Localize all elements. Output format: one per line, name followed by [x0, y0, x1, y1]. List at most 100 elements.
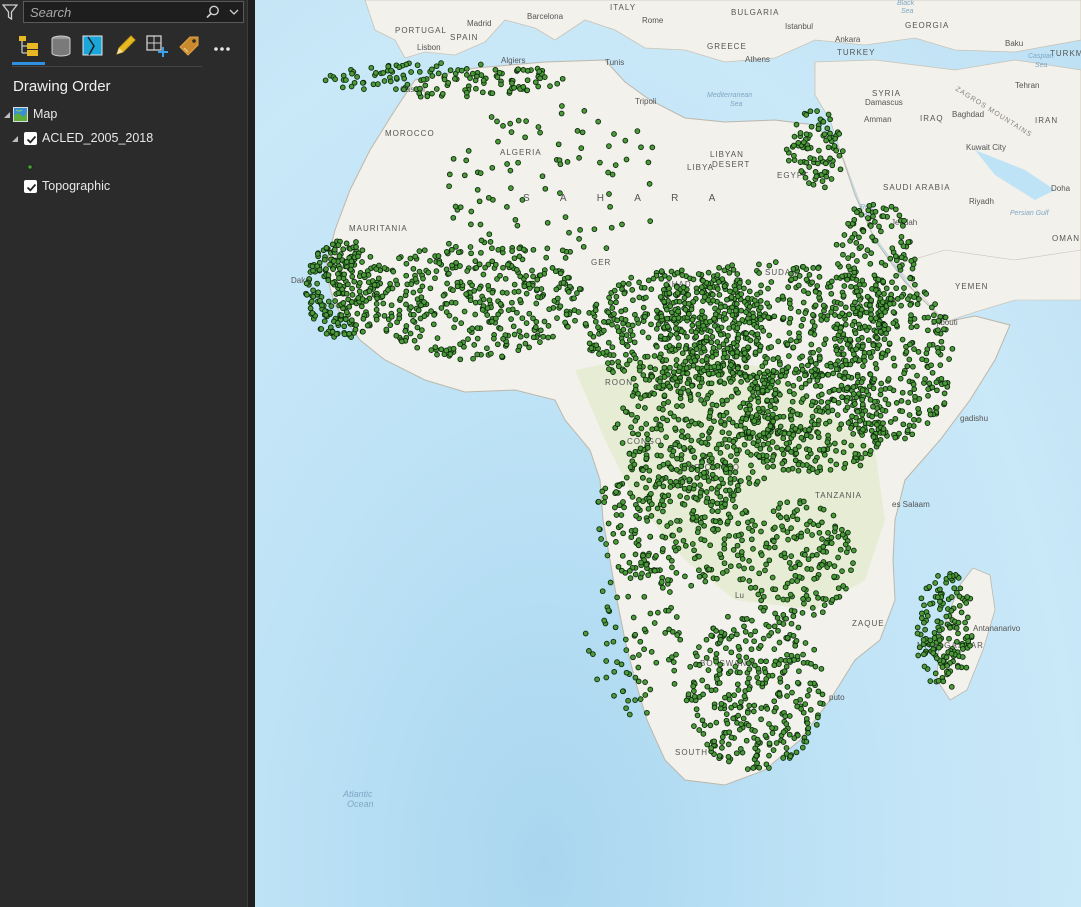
- conflict-event-point: [791, 152, 797, 159]
- conflict-event-point: [790, 632, 797, 639]
- conflict-event-point: [728, 379, 734, 385]
- conflict-event-point: [338, 312, 345, 319]
- conflict-event-point: [751, 418, 758, 424]
- conflict-event-point: [820, 302, 827, 309]
- conflict-event-point: [635, 542, 642, 549]
- conflict-event-point: [840, 251, 846, 258]
- conflict-event-point: [941, 400, 948, 406]
- conflict-event-point: [508, 316, 514, 322]
- conflict-event-point: [762, 732, 769, 739]
- tree-item-acled-layer[interactable]: ACLED_2005_2018: [10, 128, 153, 148]
- snapping-icon[interactable]: [144, 33, 170, 59]
- search-box[interactable]: [23, 1, 244, 23]
- more-icon[interactable]: [210, 33, 236, 59]
- conflict-event-point: [827, 457, 834, 464]
- data-source-icon[interactable]: [48, 33, 74, 59]
- checkbox-icon[interactable]: [24, 131, 37, 145]
- conflict-event-point: [769, 725, 775, 731]
- conflict-event-point: [738, 721, 744, 728]
- conflict-event-point: [380, 300, 387, 307]
- search-icon[interactable]: [205, 4, 221, 20]
- editing-icon[interactable]: [112, 33, 138, 59]
- conflict-event-point: [947, 624, 953, 631]
- conflict-event-point: [673, 357, 680, 363]
- conflict-event-point: [669, 628, 676, 635]
- conflict-event-point: [844, 276, 851, 283]
- conflict-event-point: [776, 639, 783, 646]
- conflict-event-point: [733, 447, 740, 454]
- conflict-event-point: [318, 326, 325, 332]
- conflict-event-point: [705, 269, 712, 276]
- conflict-event-point: [743, 364, 750, 371]
- conflict-event-point: [785, 157, 792, 164]
- pane-splitter[interactable]: [247, 0, 255, 907]
- conflict-event-point: [860, 228, 867, 235]
- conflict-event-point: [351, 278, 358, 285]
- conflict-event-point: [775, 355, 781, 361]
- list-by-drawing-order-icon[interactable]: [16, 33, 42, 59]
- conflict-event-point: [703, 356, 710, 362]
- conflict-event-point: [648, 321, 654, 328]
- conflict-event-point: [766, 752, 772, 759]
- conflict-event-point: [914, 624, 921, 631]
- conflict-event-point: [679, 403, 685, 409]
- conflict-event-point: [750, 708, 757, 715]
- map-label: Map: [33, 107, 58, 121]
- conflict-event-point: [390, 268, 397, 275]
- conflict-event-point: [412, 253, 419, 260]
- conflict-event-point: [694, 653, 700, 660]
- chevron-down-icon[interactable]: [227, 4, 241, 20]
- search-input[interactable]: [28, 4, 198, 20]
- conflict-event-point: [457, 263, 463, 269]
- conflict-event-point: [907, 341, 913, 348]
- conflict-event-point: [432, 344, 439, 351]
- filter-icon[interactable]: [1, 3, 19, 21]
- conflict-event-point: [684, 433, 691, 439]
- conflict-event-point: [751, 662, 758, 669]
- conflict-event-point: [643, 561, 650, 568]
- conflict-event-point: [717, 661, 723, 668]
- conflict-event-point: [749, 517, 755, 524]
- conflict-event-point: [785, 284, 792, 290]
- collapse-triangle-icon[interactable]: [10, 133, 20, 143]
- conflict-event-point: [957, 585, 964, 592]
- conflict-event-point: [717, 551, 724, 558]
- conflict-event-point: [803, 276, 810, 283]
- conflict-event-point: [779, 523, 785, 530]
- conflict-event-point: [745, 722, 752, 729]
- conflict-event-point: [721, 536, 728, 542]
- map-view[interactable]: PORTUGAL SPAIN ITALY BULGARIA GREECE TUR…: [255, 0, 1081, 907]
- tree-item-map[interactable]: Map: [2, 104, 57, 124]
- labeling-icon[interactable]: [176, 33, 202, 59]
- conflict-event-point: [516, 343, 523, 350]
- conflict-event-point: [365, 272, 372, 278]
- checkbox-icon[interactable]: [24, 179, 37, 193]
- collapse-triangle-icon[interactable]: [2, 109, 12, 119]
- conflict-event-point: [911, 416, 917, 423]
- conflict-event-point: [523, 118, 529, 124]
- conflict-event-point: [798, 434, 805, 441]
- conflict-event-point: [717, 636, 724, 643]
- conflict-event-point: [686, 311, 692, 317]
- conflict-event-point: [765, 415, 771, 422]
- conflict-event-point: [763, 540, 770, 547]
- label-syria: SYRIA: [872, 89, 901, 98]
- conflict-event-point: [476, 299, 483, 305]
- conflict-event-point: [636, 497, 642, 503]
- conflict-event-point: [545, 334, 552, 341]
- conflict-event-point: [724, 443, 731, 450]
- conflict-event-point: [635, 403, 642, 410]
- selection-icon[interactable]: [80, 33, 106, 59]
- conflict-event-point: [712, 311, 719, 318]
- conflict-event-point: [747, 385, 753, 392]
- point-symbol-icon[interactable]: [27, 157, 33, 170]
- conflict-event-point: [808, 402, 815, 409]
- tree-item-topographic-layer[interactable]: Topographic: [24, 176, 110, 196]
- conflict-event-point: [711, 418, 717, 425]
- conflict-event-point: [508, 129, 515, 135]
- conflict-event-point: [865, 420, 872, 427]
- conflict-event-point: [766, 765, 772, 771]
- conflict-event-point: [827, 130, 833, 137]
- label-mogadishu: gadishu: [960, 414, 988, 423]
- conflict-event-point: [794, 679, 801, 686]
